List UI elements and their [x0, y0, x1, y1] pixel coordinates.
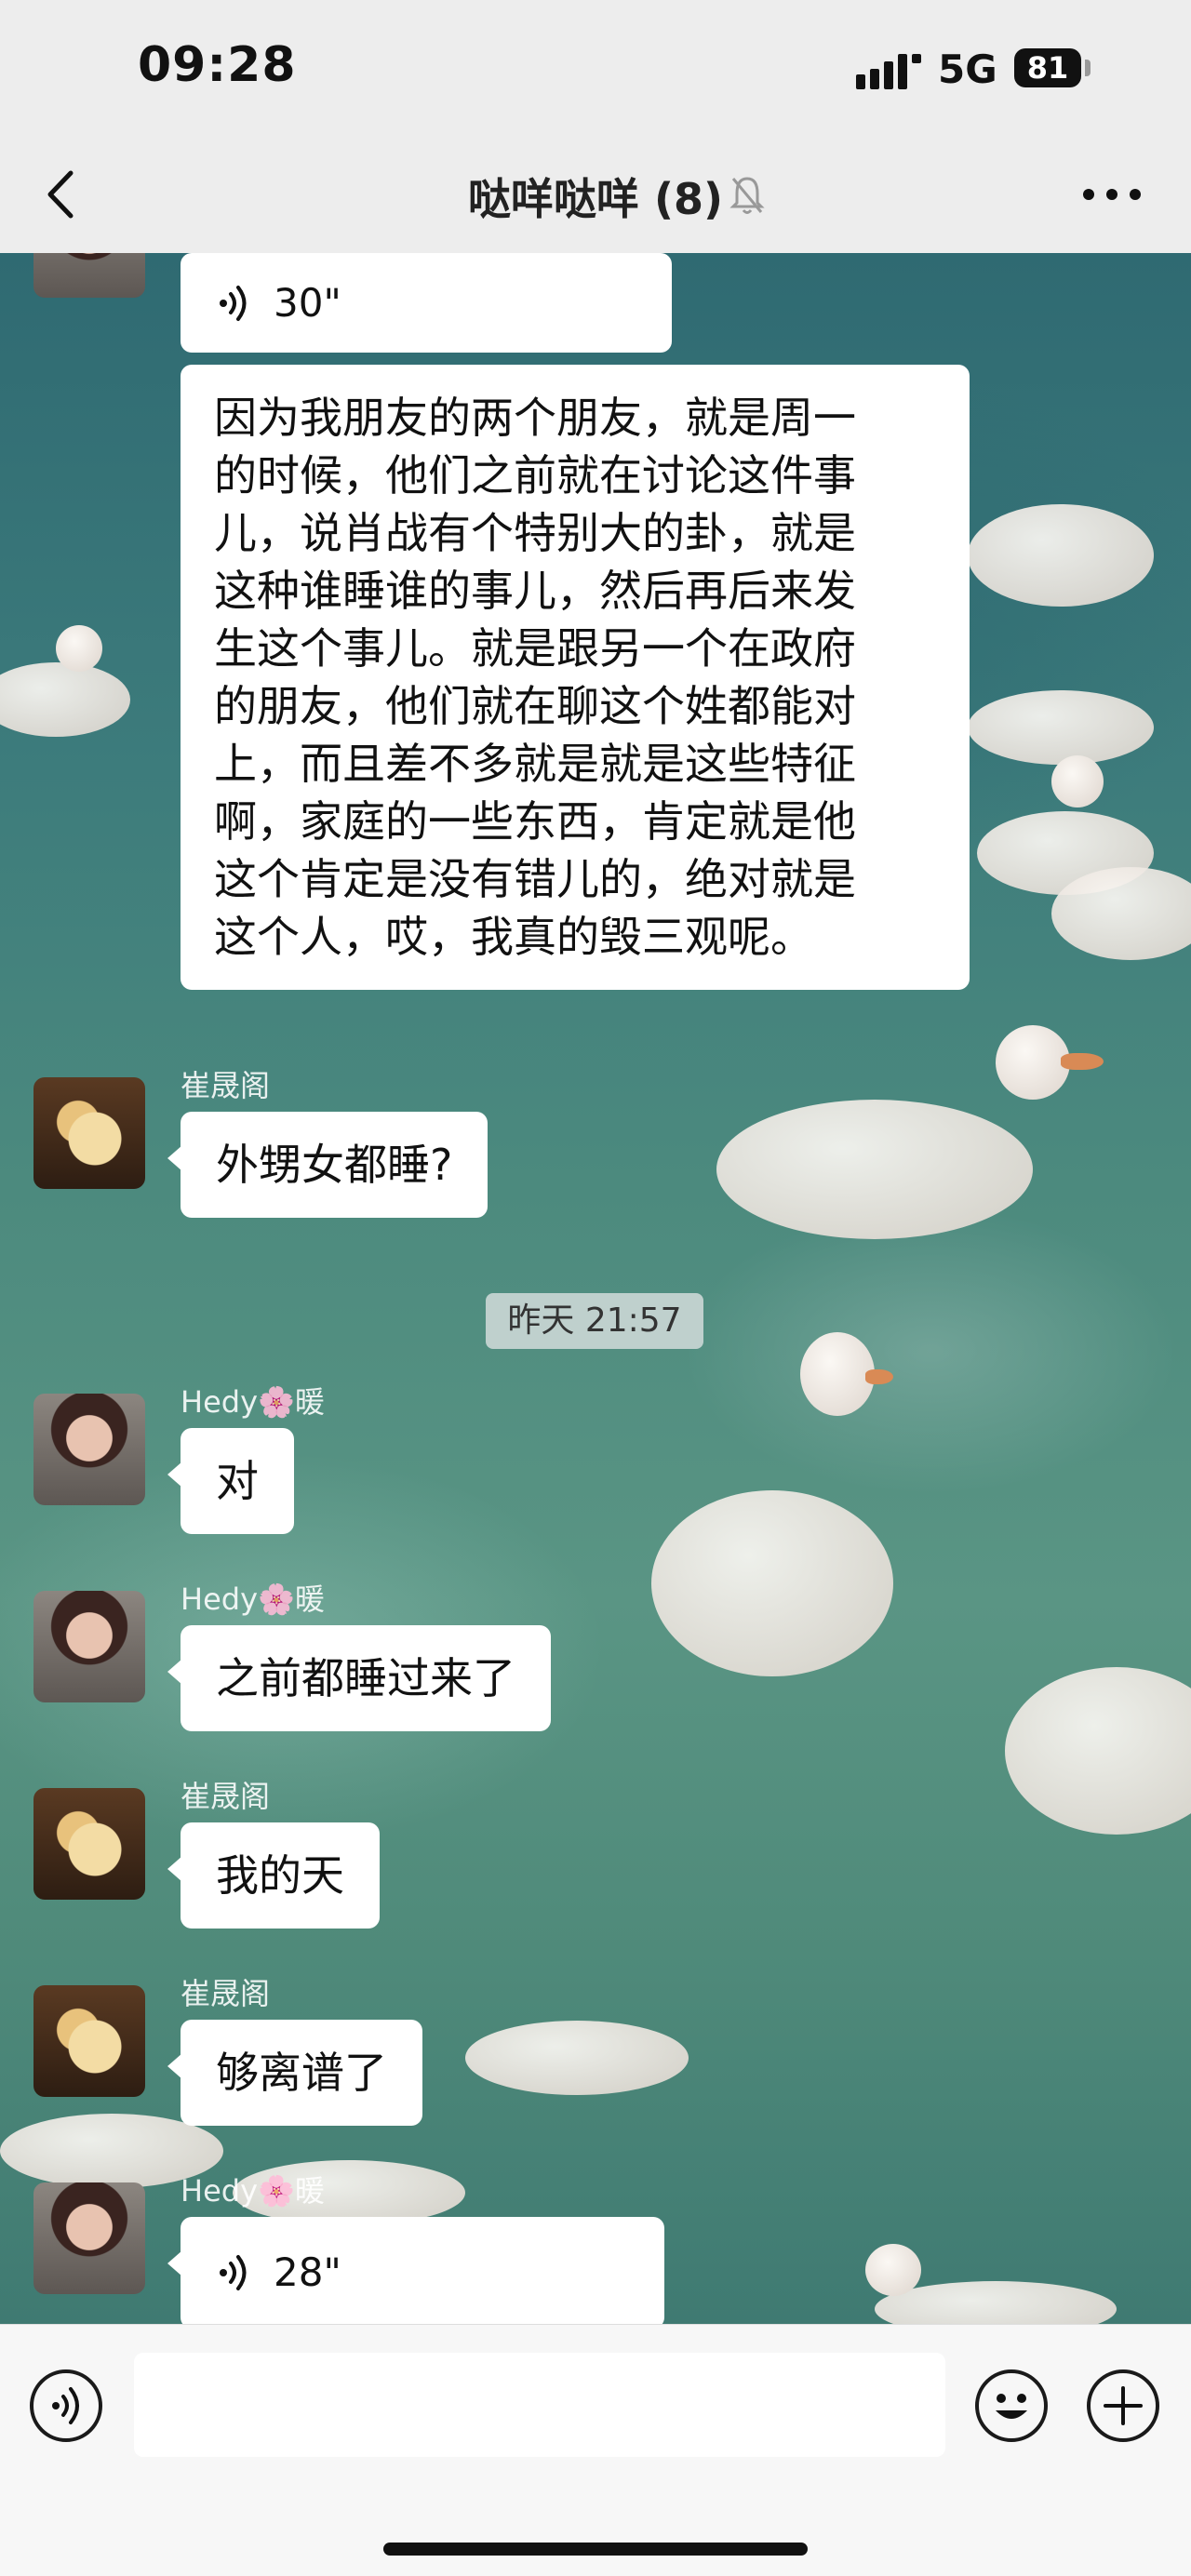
- text-message[interactable]: 之前都睡过来了: [167, 1625, 551, 1731]
- text-message[interactable]: 对: [167, 1428, 294, 1534]
- sender-name: Hedy🌸暖: [181, 1582, 325, 1617]
- message-line: 这个人，哎，我真的毁三观呢。: [214, 912, 813, 962]
- mute-bell-icon: [729, 177, 765, 214]
- avatar[interactable]: [33, 1985, 145, 2097]
- signal-icon: [856, 54, 921, 89]
- avatar[interactable]: [33, 1394, 145, 1505]
- input-bar: [0, 2324, 1191, 2576]
- text-message[interactable]: 够离谱了: [167, 2020, 422, 2126]
- voice-message[interactable]: 28": [167, 2217, 664, 2324]
- timestamp: 昨天 21:57: [486, 1293, 703, 1349]
- text-message[interactable]: 我的天: [167, 1822, 380, 1929]
- voice-message[interactable]: 30": [181, 253, 672, 353]
- chat-title: 哒咩哒咩 (8): [467, 174, 724, 224]
- message-line: 生这个事儿。就是跟另一个在政府: [214, 623, 856, 674]
- message-line: 啊，家庭的一些东西，肯定就是他: [214, 796, 856, 847]
- status-bar: 09:28 5G 81: [0, 0, 1191, 140]
- sender-name: Hedy🌸暖: [181, 2173, 325, 2209]
- text-message[interactable]: 因为我朋友的两个朋友，就是周一 的时候，他们之前就在讨论这件事 儿，说肖战有个特…: [181, 365, 970, 990]
- message-input[interactable]: [134, 2353, 945, 2457]
- message-line: 的时候，他们之前就在讨论这件事: [214, 450, 856, 501]
- message-line: 这种谁睡谁的事儿，然后再后来发: [214, 566, 856, 616]
- sender-name: 崔晟阁: [181, 1976, 271, 2011]
- battery-tip: [1085, 60, 1091, 76]
- message-line: 上，而且差不多就是就是这些特征: [214, 739, 856, 789]
- chat-area[interactable]: 30" 因为我朋友的两个朋友，就是周一 的时候，他们之前就在讨论这件事 儿，说肖…: [0, 253, 1191, 2324]
- text-message[interactable]: 外甥女都睡?: [167, 1112, 488, 1218]
- sender-name: 崔晟阁: [181, 1779, 271, 1814]
- more-icon[interactable]: [1079, 180, 1144, 208]
- message-line: 儿，说肖战有个特别大的卦，就是: [214, 508, 856, 558]
- emoji-icon: [996, 2394, 1027, 2419]
- avatar[interactable]: [33, 253, 145, 298]
- voice-duration: 28": [274, 2249, 341, 2295]
- sender-name: 崔晟阁: [181, 1068, 271, 1103]
- home-indicator: [383, 2543, 808, 2556]
- voice-input-button[interactable]: [30, 2369, 102, 2442]
- voice-input-icon: [52, 2387, 79, 2424]
- avatar[interactable]: [33, 2182, 145, 2294]
- avatar[interactable]: [33, 1788, 145, 1900]
- plus-icon: [1104, 2386, 1143, 2425]
- voice-wave-icon: [220, 285, 247, 321]
- battery-icon: 81: [1014, 48, 1081, 87]
- plus-button[interactable]: [1087, 2369, 1159, 2442]
- message-line: 因为我朋友的两个朋友，就是周一: [214, 393, 856, 443]
- avatar[interactable]: [33, 1077, 145, 1189]
- voice-wave-icon: [220, 2255, 247, 2290]
- message-line: 的朋友，他们就在聊这个姓都能对: [214, 681, 856, 731]
- voice-duration: 30": [274, 279, 341, 326]
- avatar[interactable]: [33, 1591, 145, 1702]
- network-type: 5G: [938, 47, 997, 92]
- status-time: 09:28: [138, 37, 297, 93]
- emoji-button[interactable]: [975, 2369, 1048, 2442]
- battery-level: 81: [1026, 50, 1069, 86]
- message-line: 这个肯定是没有错儿的，绝对就是: [214, 854, 856, 904]
- nav-bar: 哒咩哒咩 (8): [0, 140, 1191, 253]
- sender-name: Hedy🌸暖: [181, 1384, 325, 1420]
